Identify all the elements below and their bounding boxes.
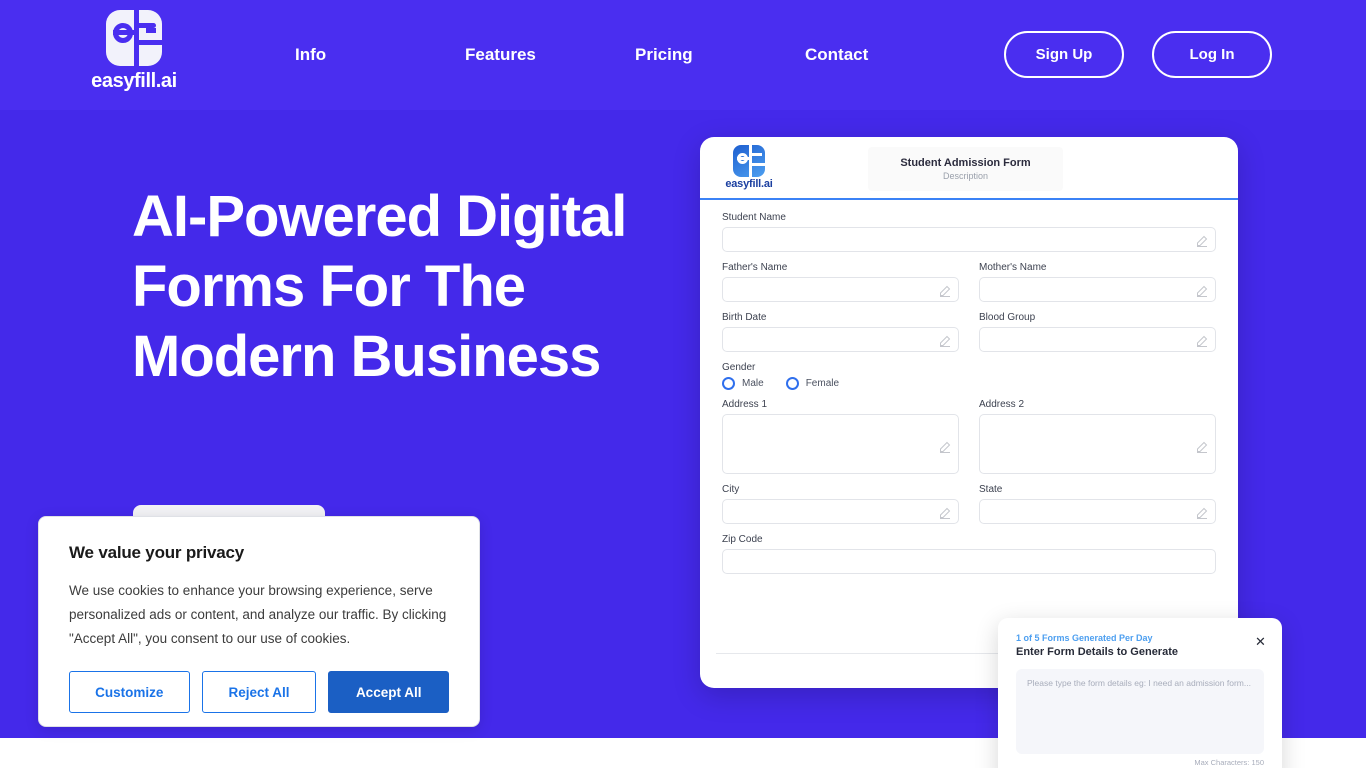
- city-input[interactable]: [722, 499, 959, 524]
- field-label: Mother's Name: [979, 262, 1047, 273]
- form-brand-name: easyfill.ai: [725, 178, 773, 190]
- form-title: Student Admission Form: [900, 157, 1031, 169]
- zip-code-input[interactable]: [722, 549, 1216, 574]
- field-label: Address 2: [979, 399, 1025, 410]
- brand-logo[interactable]: easyfill.ai: [84, 10, 184, 93]
- field-zip-code: Zip Code: [722, 534, 1216, 574]
- pencil-icon: [1197, 507, 1208, 519]
- field-address-1: Address 1: [722, 399, 959, 474]
- generation-quota-text: 1 of 5 Forms Generated Per Day: [1016, 633, 1153, 643]
- field-label: Birth Date: [722, 312, 767, 323]
- brand-name: easyfill.ai: [91, 70, 177, 92]
- cookie-banner-title: We value your privacy: [69, 543, 245, 562]
- form-preview-card: easyfill.ai Student Admission Form Descr…: [700, 137, 1238, 688]
- field-mothers-name: Mother's Name: [979, 262, 1216, 302]
- top-navigation-bar: easyfill.ai Info Features Pricing Contac…: [0, 0, 1366, 110]
- generate-popup-title: Enter Form Details to Generate: [1016, 646, 1178, 658]
- mothers-name-input[interactable]: [979, 277, 1216, 302]
- field-label: Blood Group: [979, 312, 1036, 323]
- gender-radio-group: Male Female: [722, 377, 1216, 390]
- address-2-input[interactable]: [979, 414, 1216, 474]
- form-preview-body: Student Name Father's Name Mother's Name: [700, 200, 1238, 574]
- nav-link-pricing[interactable]: Pricing: [635, 45, 805, 65]
- accept-all-button[interactable]: Accept All: [328, 671, 449, 713]
- gender-option-female[interactable]: Female: [785, 377, 840, 390]
- form-preview-header: easyfill.ai Student Admission Form Descr…: [700, 137, 1238, 200]
- nav-link-features[interactable]: Features: [465, 45, 635, 65]
- pencil-icon: [1197, 335, 1208, 347]
- pencil-icon: [940, 335, 951, 347]
- textarea-placeholder: Please type the form details eg: I need …: [1027, 678, 1251, 688]
- form-title-box: Student Admission Form Description: [868, 147, 1063, 191]
- field-student-name: Student Name: [722, 212, 1216, 252]
- cookie-banner-actions: Customize Reject All Accept All: [69, 671, 449, 713]
- blood-group-input[interactable]: [979, 327, 1216, 352]
- student-name-input[interactable]: [722, 227, 1216, 252]
- birth-date-input[interactable]: [722, 327, 959, 352]
- field-label: Gender: [722, 362, 756, 373]
- pencil-icon: [940, 285, 951, 297]
- pencil-icon: [940, 441, 951, 453]
- cookie-banner-text: We use cookies to enhance your browsing …: [69, 583, 447, 646]
- radio-label: Female: [805, 378, 840, 389]
- nav-links: Info Features Pricing Contact: [295, 0, 975, 110]
- pencil-icon: [1197, 441, 1208, 453]
- state-input[interactable]: [979, 499, 1216, 524]
- field-label: State: [979, 484, 1003, 495]
- generate-form-popup: 1 of 5 Forms Generated Per Day Enter For…: [998, 618, 1282, 768]
- ef-logo-icon: [106, 10, 162, 66]
- fathers-name-input[interactable]: [722, 277, 959, 302]
- field-state: State: [979, 484, 1216, 524]
- sign-up-button[interactable]: Sign Up: [1004, 31, 1124, 78]
- form-brand-logo: easyfill.ai: [716, 145, 782, 190]
- pencil-icon: [1197, 285, 1208, 297]
- nav-actions: Sign Up Log In: [1004, 31, 1272, 78]
- field-address-2: Address 2: [979, 399, 1216, 474]
- nav-link-info[interactable]: Info: [295, 45, 465, 65]
- field-label: Student Name: [722, 212, 786, 223]
- address-1-input[interactable]: [722, 414, 959, 474]
- field-label: Address 1: [722, 399, 768, 410]
- cookie-consent-banner: We value your privacy We use cookies to …: [38, 516, 480, 727]
- field-label: City: [722, 484, 740, 495]
- hero-title: AI-Powered Digital Forms For The Modern …: [132, 184, 627, 389]
- reject-all-button[interactable]: Reject All: [201, 671, 317, 713]
- radio-label: Male: [742, 378, 764, 389]
- max-characters-hint: Max Characters: 150: [1194, 758, 1264, 767]
- log-in-button[interactable]: Log In: [1152, 31, 1272, 78]
- field-birth-date: Birth Date: [722, 312, 959, 352]
- pencil-icon: [940, 507, 951, 519]
- ef-logo-icon-small: [733, 145, 765, 177]
- close-icon[interactable]: ✕: [1255, 635, 1266, 648]
- radio-icon: [785, 377, 799, 390]
- pencil-icon: [1197, 235, 1208, 247]
- field-city: City: [722, 484, 959, 524]
- customize-button[interactable]: Customize: [69, 671, 190, 713]
- field-gender: Gender Male Female: [722, 362, 1216, 390]
- form-details-textarea[interactable]: Please type the form details eg: I need …: [1016, 669, 1264, 754]
- form-description: Description: [942, 171, 989, 181]
- field-blood-group: Blood Group: [979, 312, 1216, 352]
- field-label: Father's Name: [722, 262, 788, 273]
- radio-icon: [722, 377, 735, 390]
- field-fathers-name: Father's Name: [722, 262, 959, 302]
- field-label: Zip Code: [722, 534, 763, 545]
- nav-link-contact[interactable]: Contact: [805, 45, 975, 65]
- gender-option-male[interactable]: Male: [722, 377, 764, 390]
- page-root: easyfill.ai Info Features Pricing Contac…: [0, 0, 1366, 768]
